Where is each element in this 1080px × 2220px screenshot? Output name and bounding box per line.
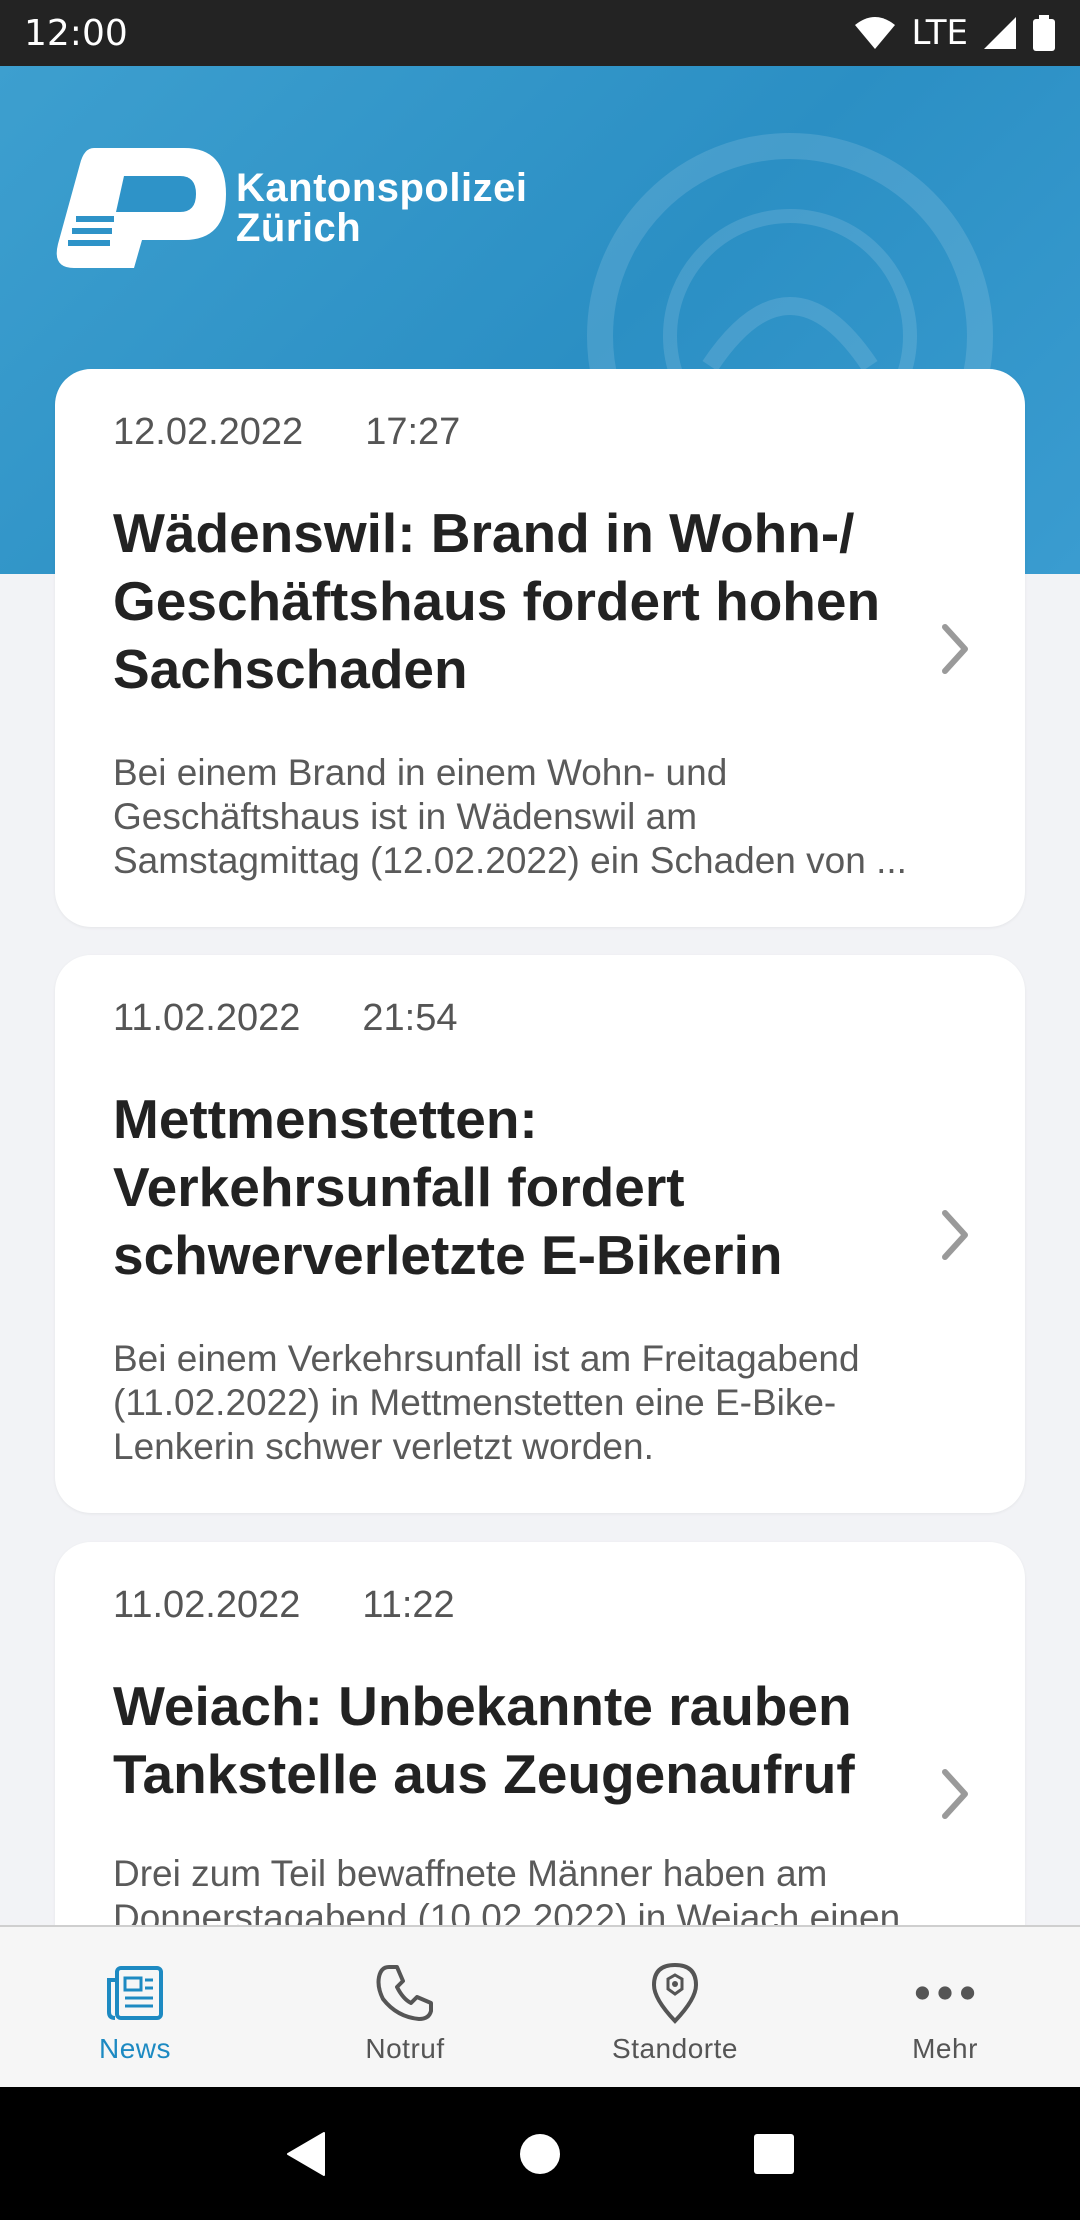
- news-title: Weiach: Unbekannte rauben Tankstelle aus…: [113, 1675, 855, 1805]
- news-excerpt: Drei zum Teil bewaffnete Männer haben am…: [113, 1853, 901, 1925]
- news-excerpt: Bei einem Verkehrsunfall ist am Freitaga…: [113, 1338, 860, 1467]
- nav-news[interactable]: News: [0, 1927, 270, 2087]
- network-type: LTE: [911, 13, 968, 53]
- status-indicators: LTE: [853, 13, 1056, 53]
- nav-label: Standorte: [612, 2033, 738, 2064]
- news-feed[interactable]: 12.02.2022 17:27 Wädenswil: Brand in Woh…: [0, 369, 1080, 1925]
- status-bar: 12:00 LTE: [0, 0, 1080, 66]
- nav-standorte[interactable]: Standorte: [540, 1927, 810, 2087]
- news-meta: 11.02.2022 11:22: [113, 1584, 455, 1627]
- status-time: 12:00: [24, 12, 128, 54]
- signal-icon: [984, 17, 1016, 49]
- location-pin-icon: [643, 1961, 707, 2025]
- news-time: 17:27: [365, 411, 461, 453]
- battery-icon: [1033, 15, 1055, 51]
- nav-notruf[interactable]: Notruf: [270, 1927, 540, 2087]
- logo-icon: [56, 148, 226, 268]
- nav-label: News: [98, 2033, 171, 2064]
- chevron-right-icon: [942, 624, 968, 674]
- recents-icon[interactable]: [752, 2132, 796, 2176]
- more-dots-icon: [913, 1961, 977, 2025]
- home-icon[interactable]: [518, 2132, 562, 2176]
- logo-text: Kantonspolizei Zürich: [236, 168, 527, 248]
- news-time: 11:22: [362, 1584, 455, 1626]
- wifi-icon: [855, 17, 896, 49]
- chevron-right-icon: [942, 1210, 968, 1260]
- news-meta: 12.02.2022 17:27: [113, 411, 460, 454]
- news-date: 12.02.2022: [113, 411, 304, 453]
- news-card[interactable]: 11.02.2022 11:22 Weiach: Unbekannte raub…: [55, 1542, 1025, 1925]
- bottom-navigation: News Notruf Standorte Mehr: [0, 1925, 1080, 2087]
- back-icon[interactable]: [284, 2129, 328, 2179]
- logo-line-1: Kantonspolizei: [236, 166, 528, 210]
- logo-line-2: Zürich: [236, 206, 362, 250]
- chevron-right-icon: [942, 1769, 968, 1819]
- system-navigation-bar: [0, 2087, 1080, 2220]
- news-time: 21:54: [362, 997, 458, 1039]
- kantonspolizei-logo: Kantonspolizei Zürich: [54, 146, 527, 270]
- news-title: Mettmenstetten: Verkehrsunfall fordert s…: [113, 1088, 783, 1286]
- news-date: 11.02.2022: [113, 997, 301, 1039]
- nav-label: Mehr: [912, 2033, 978, 2064]
- phone-icon: [373, 1961, 437, 2025]
- news-excerpt: Bei einem Brand in einem Wohn- und Gesch…: [113, 752, 907, 881]
- news-card[interactable]: 11.02.2022 21:54 Mettmenstetten: Verkehr…: [55, 955, 1025, 1513]
- news-card[interactable]: 12.02.2022 17:27 Wädenswil: Brand in Woh…: [55, 369, 1025, 927]
- news-meta: 11.02.2022 21:54: [113, 997, 457, 1040]
- news-title: Wädenswil: Brand in Wohn-/ Geschäftshaus…: [113, 502, 881, 700]
- news-date: 11.02.2022: [113, 1584, 301, 1626]
- nav-label: Notruf: [365, 2033, 445, 2064]
- nav-mehr[interactable]: Mehr: [810, 1927, 1080, 2087]
- newspaper-icon: [103, 1961, 167, 2025]
